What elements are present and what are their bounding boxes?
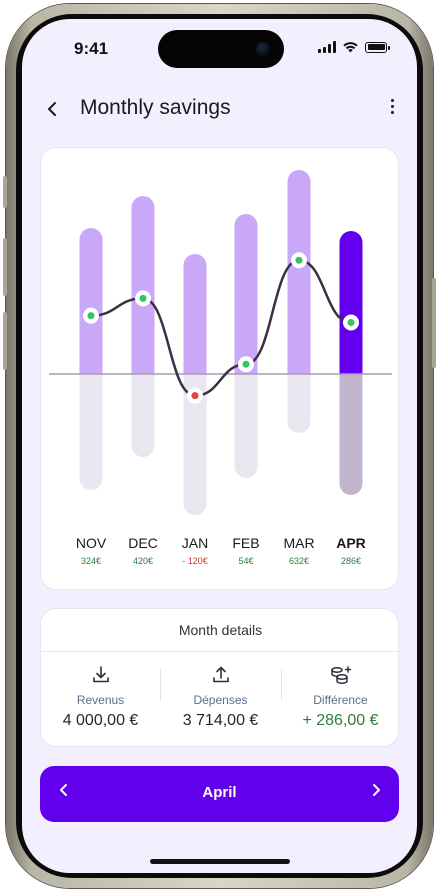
chevron-left-icon xyxy=(48,102,56,116)
expenses-amount: 3 714,00 € xyxy=(182,712,259,729)
power-button xyxy=(432,278,436,368)
month-label: NOV xyxy=(75,535,107,551)
month-item-feb[interactable]: FEB 54€ xyxy=(216,535,276,566)
action-button xyxy=(3,176,7,208)
expense-bar-dec xyxy=(131,362,155,457)
month-details-card: Month details Revenus 4 000,00 € Dépense… xyxy=(40,608,400,747)
month-item-nov[interactable]: NOV 324€ xyxy=(61,535,121,566)
month-value: 286€ xyxy=(340,556,362,566)
month-label: MAR xyxy=(283,535,315,551)
more-vertical-icon xyxy=(391,99,394,102)
income-bar-mar xyxy=(287,170,311,374)
revenue-amount: 4 000,00 € xyxy=(62,712,139,729)
difference-label: Différence xyxy=(313,693,368,707)
month-value: 54€ xyxy=(238,556,254,566)
month-item-apr[interactable]: APR 286€ xyxy=(321,535,381,566)
income-bar-apr xyxy=(339,231,363,374)
savings-line xyxy=(89,258,353,397)
dynamic-island xyxy=(158,30,284,68)
home-indicator xyxy=(150,859,290,864)
download-icon xyxy=(92,666,109,683)
difference-column: Différence + 286,00 € xyxy=(281,663,400,730)
difference-amount: + 286,00 € xyxy=(302,712,379,729)
expense-bar-jan xyxy=(183,362,207,515)
selected-month-label: April xyxy=(202,784,237,801)
savings-chart xyxy=(49,170,392,515)
income-bar-nov xyxy=(79,228,103,374)
status-time: 9:41 xyxy=(74,39,109,58)
coins-plus-icon xyxy=(330,666,351,684)
month-label: APR xyxy=(336,535,366,551)
status-icons xyxy=(318,41,390,53)
income-bar-jan xyxy=(183,254,207,374)
volume-down-button xyxy=(3,312,7,370)
back-button[interactable] xyxy=(42,97,62,123)
camera-icon xyxy=(256,42,270,56)
wifi-icon xyxy=(343,42,358,53)
month-selector: April xyxy=(40,766,399,822)
cellular-signal-icon xyxy=(318,41,336,53)
more-menu-button[interactable] xyxy=(391,99,395,114)
battery-icon xyxy=(365,41,390,53)
app-header: Monthly savings xyxy=(22,91,417,131)
next-month-button[interactable] xyxy=(361,780,391,803)
month-labels: NOV 324€ DEC 420€ JAN - 120€ FEB 54€ MAR 632€ APR 2… xyxy=(41,535,400,575)
page-title: Monthly savings xyxy=(80,96,231,119)
month-value: 632€ xyxy=(288,556,310,566)
upload-icon xyxy=(212,666,229,683)
screen: 9:41 Monthly savings NOV 324€ DEC 420€ JAN - … xyxy=(22,19,417,873)
month-label: FEB xyxy=(232,535,260,551)
savings-chart-card: NOV 324€ DEC 420€ JAN - 120€ FEB 54€ MAR 632€ APR 2… xyxy=(40,147,399,590)
month-item-mar[interactable]: MAR 632€ xyxy=(269,535,329,566)
expenses-column: Dépenses 3 714,00 € xyxy=(161,663,280,730)
month-item-dec[interactable]: DEC 420€ xyxy=(113,535,173,566)
expense-bar-feb xyxy=(234,362,258,478)
month-value: 420€ xyxy=(132,556,154,566)
income-bar-dec xyxy=(131,196,155,374)
volume-up-button xyxy=(3,238,7,296)
chevron-right-icon xyxy=(372,784,380,796)
expense-bar-nov xyxy=(79,362,103,490)
expense-bar-apr xyxy=(339,362,363,495)
expenses-label: Dépenses xyxy=(193,693,248,707)
month-value: 324€ xyxy=(80,556,102,566)
revenue-column: Revenus 4 000,00 € xyxy=(41,663,160,730)
revenue-label: Revenus xyxy=(76,693,125,707)
month-label: DEC xyxy=(128,535,158,551)
details-title: Month details xyxy=(41,609,400,652)
income-bar-feb xyxy=(234,214,258,374)
